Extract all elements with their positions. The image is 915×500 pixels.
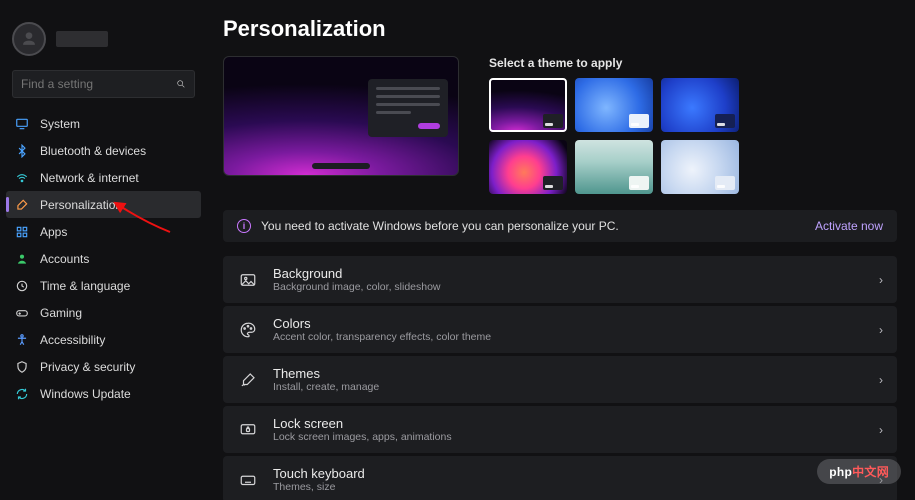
clock-icon <box>14 278 30 294</box>
brush-icon <box>237 369 259 391</box>
theme-thumb-1[interactable] <box>575 78 653 132</box>
search-input[interactable] <box>21 77 176 91</box>
chevron-right-icon: › <box>879 273 883 287</box>
profile-block[interactable] <box>0 8 207 70</box>
theme-picker: Select a theme to apply <box>489 56 897 194</box>
palette-icon <box>237 319 259 341</box>
nav-label: Personalization <box>40 198 122 212</box>
shield-icon <box>14 359 30 375</box>
row-themes[interactable]: Themes Install, create, manage › <box>223 356 897 403</box>
person-icon <box>19 29 39 49</box>
row-desc: Themes, size <box>273 481 365 493</box>
chevron-right-icon: › <box>879 373 883 387</box>
activate-link[interactable]: Activate now <box>815 219 883 233</box>
nav-apps[interactable]: Apps <box>6 218 201 245</box>
nav-gaming[interactable]: Gaming <box>6 299 201 326</box>
theme-thumb-3[interactable] <box>489 140 567 194</box>
monitor-icon <box>14 116 30 132</box>
row-title: Lock screen <box>273 416 452 431</box>
profile-name-redacted <box>56 31 108 47</box>
nav-accounts[interactable]: Accounts <box>6 245 201 272</box>
row-desc: Accent color, transparency effects, colo… <box>273 331 491 343</box>
desktop-preview <box>223 56 459 176</box>
gamepad-icon <box>14 305 30 321</box>
row-title: Background <box>273 266 441 281</box>
row-desc: Lock screen images, apps, animations <box>273 431 452 443</box>
lock-screen-icon <box>237 419 259 441</box>
nav-network[interactable]: Network & internet <box>6 164 201 191</box>
row-title: Touch keyboard <box>273 466 365 481</box>
row-lock-screen[interactable]: Lock screen Lock screen images, apps, an… <box>223 406 897 453</box>
nav-label: Apps <box>40 225 67 239</box>
theme-picker-label: Select a theme to apply <box>489 56 897 70</box>
row-touch-keyboard[interactable]: Touch keyboard Themes, size › <box>223 456 897 500</box>
nav-list: System Bluetooth & devices Network & int… <box>0 106 207 407</box>
theme-thumb-4[interactable] <box>575 140 653 194</box>
nav-label: System <box>40 117 80 131</box>
wifi-icon <box>14 170 30 186</box>
nav-label: Accounts <box>40 252 89 266</box>
row-background[interactable]: Background Background image, color, slid… <box>223 256 897 303</box>
main-content: Personalization Select a theme to apply … <box>207 0 915 500</box>
nav-time[interactable]: Time & language <box>6 272 201 299</box>
theme-thumb-0[interactable] <box>489 78 567 132</box>
search-icon <box>176 77 186 91</box>
sidebar: System Bluetooth & devices Network & int… <box>0 0 207 500</box>
row-desc: Background image, color, slideshow <box>273 281 441 293</box>
info-icon: i <box>237 219 251 233</box>
nav-label: Time & language <box>40 279 130 293</box>
update-icon <box>14 386 30 402</box>
row-title: Colors <box>273 316 491 331</box>
account-icon <box>14 251 30 267</box>
nav-accessibility[interactable]: Accessibility <box>6 326 201 353</box>
nav-system[interactable]: System <box>6 110 201 137</box>
keyboard-icon <box>237 469 259 491</box>
nav-label: Privacy & security <box>40 360 135 374</box>
activation-banner: i You need to activate Windows before yo… <box>223 210 897 242</box>
nav-label: Bluetooth & devices <box>40 144 146 158</box>
page-title: Personalization <box>223 16 897 42</box>
bluetooth-icon <box>14 143 30 159</box>
nav-label: Accessibility <box>40 333 105 347</box>
image-icon <box>237 269 259 291</box>
search-input-wrapper[interactable] <box>12 70 195 98</box>
nav-update[interactable]: Windows Update <box>6 380 201 407</box>
theme-thumb-5[interactable] <box>661 140 739 194</box>
nav-privacy[interactable]: Privacy & security <box>6 353 201 380</box>
chevron-right-icon: › <box>879 473 883 487</box>
nav-label: Gaming <box>40 306 82 320</box>
row-desc: Install, create, manage <box>273 381 379 393</box>
theme-thumb-2[interactable] <box>661 78 739 132</box>
chevron-right-icon: › <box>879 323 883 337</box>
apps-icon <box>14 224 30 240</box>
accessibility-icon <box>14 332 30 348</box>
nav-label: Windows Update <box>40 387 131 401</box>
preview-window <box>368 79 448 137</box>
paint-icon <box>14 197 30 213</box>
nav-label: Network & internet <box>40 171 139 185</box>
nav-personalization[interactable]: Personalization <box>6 191 201 218</box>
avatar <box>12 22 46 56</box>
settings-rows: Background Background image, color, slid… <box>223 256 897 500</box>
nav-bluetooth[interactable]: Bluetooth & devices <box>6 137 201 164</box>
row-colors[interactable]: Colors Accent color, transparency effect… <box>223 306 897 353</box>
chevron-right-icon: › <box>879 423 883 437</box>
banner-text: You need to activate Windows before you … <box>261 219 619 233</box>
row-title: Themes <box>273 366 379 381</box>
